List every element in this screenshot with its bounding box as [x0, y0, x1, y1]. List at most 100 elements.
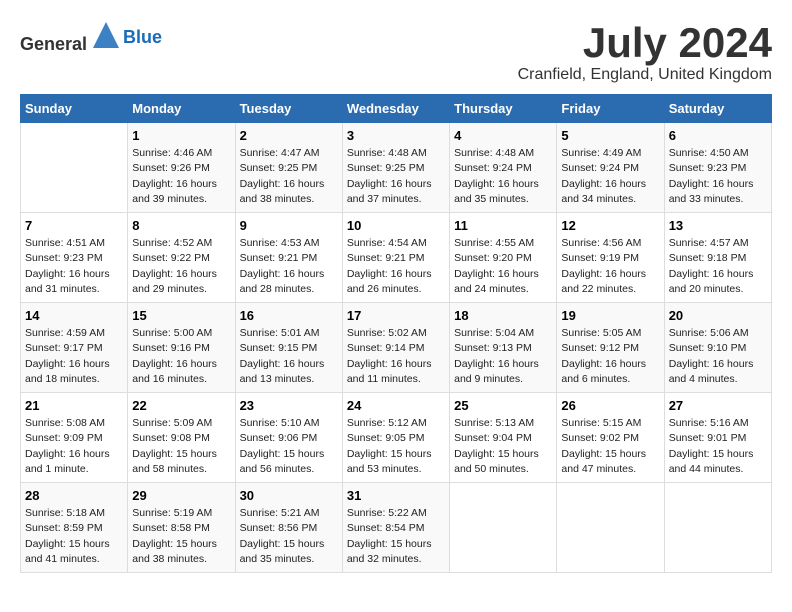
calendar-cell: 10 Sunrise: 4:54 AM Sunset: 9:21 PM Dayli…: [342, 213, 449, 303]
calendar-cell: [21, 123, 128, 213]
day-info: Sunrise: 5:13 AM Sunset: 9:04 PM Dayligh…: [454, 416, 552, 477]
calendar-cell: 17 Sunrise: 5:02 AM Sunset: 9:14 PM Dayli…: [342, 303, 449, 393]
day-number: 27: [669, 398, 767, 413]
calendar-cell: 6Sunrise: 4:50 AM Sunset: 9:23 PM Daylig…: [664, 123, 771, 213]
day-number: 29: [132, 488, 230, 503]
calendar-cell: 30 Sunrise: 5:21 AM Sunset: 8:56 PM Dayli…: [235, 483, 342, 573]
logo-general: General: [20, 34, 87, 54]
day-number: 19: [561, 308, 659, 323]
day-info: Sunrise: 4:56 AM Sunset: 9:19 PM Dayligh…: [561, 236, 659, 297]
day-info: Sunrise: 5:12 AM Sunset: 9:05 PM Dayligh…: [347, 416, 445, 477]
day-info: Sunrise: 4:57 AM Sunset: 9:18 PM Dayligh…: [669, 236, 767, 297]
calendar-cell: 29 Sunrise: 5:19 AM Sunset: 8:58 PM Dayli…: [128, 483, 235, 573]
week-row-4: 21Sunrise: 5:08 AM Sunset: 9:09 PM Dayli…: [21, 393, 772, 483]
calendar-cell: 19 Sunrise: 5:05 AM Sunset: 9:12 PM Dayli…: [557, 303, 664, 393]
header-section: General Blue July 2024 Cranfield, Englan…: [20, 20, 772, 84]
day-info: Sunrise: 5:02 AM Sunset: 9:14 PM Dayligh…: [347, 326, 445, 387]
day-number: 23: [240, 398, 338, 413]
day-info: Sunrise: 4:47 AM Sunset: 9:25 PM Dayligh…: [240, 146, 338, 207]
calendar-cell: [557, 483, 664, 573]
day-info: Sunrise: 4:48 AM Sunset: 9:25 PM Dayligh…: [347, 146, 445, 207]
calendar-cell: 25Sunrise: 5:13 AM Sunset: 9:04 PM Dayli…: [450, 393, 557, 483]
day-info: Sunrise: 4:52 AM Sunset: 9:22 PM Dayligh…: [132, 236, 230, 297]
day-info: Sunrise: 4:54 AM Sunset: 9:21 PM Dayligh…: [347, 236, 445, 297]
weekday-header-sunday: Sunday: [21, 95, 128, 123]
calendar-cell: 27 Sunrise: 5:16 AM Sunset: 9:01 PM Dayli…: [664, 393, 771, 483]
calendar-cell: 5 Sunrise: 4:49 AM Sunset: 9:24 PM Daylig…: [557, 123, 664, 213]
day-number: 4: [454, 128, 552, 143]
day-number: 26: [561, 398, 659, 413]
calendar-cell: 22 Sunrise: 5:09 AM Sunset: 9:08 PM Dayli…: [128, 393, 235, 483]
day-number: 3: [347, 128, 445, 143]
week-row-2: 7Sunrise: 4:51 AM Sunset: 9:23 PM Daylig…: [21, 213, 772, 303]
day-number: 30: [240, 488, 338, 503]
day-info: Sunrise: 5:22 AM Sunset: 8:54 PM Dayligh…: [347, 506, 445, 567]
day-info: Sunrise: 4:59 AM Sunset: 9:17 PM Dayligh…: [25, 326, 123, 387]
day-number: 21: [25, 398, 123, 413]
day-info: Sunrise: 5:05 AM Sunset: 9:12 PM Dayligh…: [561, 326, 659, 387]
day-number: 16: [240, 308, 338, 323]
calendar-cell: 2 Sunrise: 4:47 AM Sunset: 9:25 PM Daylig…: [235, 123, 342, 213]
day-info: Sunrise: 5:09 AM Sunset: 9:08 PM Dayligh…: [132, 416, 230, 477]
calendar-cell: 24 Sunrise: 5:12 AM Sunset: 9:05 PM Dayli…: [342, 393, 449, 483]
day-info: Sunrise: 4:50 AM Sunset: 9:23 PM Dayligh…: [669, 146, 767, 207]
day-info: Sunrise: 5:10 AM Sunset: 9:06 PM Dayligh…: [240, 416, 338, 477]
calendar-cell: 31 Sunrise: 5:22 AM Sunset: 8:54 PM Dayli…: [342, 483, 449, 573]
calendar-cell: 13 Sunrise: 4:57 AM Sunset: 9:18 PM Dayli…: [664, 213, 771, 303]
calendar-cell: 21Sunrise: 5:08 AM Sunset: 9:09 PM Dayli…: [21, 393, 128, 483]
weekday-header-wednesday: Wednesday: [342, 95, 449, 123]
calendar-cell: 1 Sunrise: 4:46 AM Sunset: 9:26 PM Daylig…: [128, 123, 235, 213]
calendar-cell: 3 Sunrise: 4:48 AM Sunset: 9:25 PM Daylig…: [342, 123, 449, 213]
day-info: Sunrise: 5:16 AM Sunset: 9:01 PM Dayligh…: [669, 416, 767, 477]
calendar-cell: 9 Sunrise: 4:53 AM Sunset: 9:21 PM Daylig…: [235, 213, 342, 303]
calendar-cell: 15Sunrise: 5:00 AM Sunset: 9:16 PM Dayli…: [128, 303, 235, 393]
day-info: Sunrise: 5:01 AM Sunset: 9:15 PM Dayligh…: [240, 326, 338, 387]
day-number: 31: [347, 488, 445, 503]
day-info: Sunrise: 4:48 AM Sunset: 9:24 PM Dayligh…: [454, 146, 552, 207]
location-subtitle: Cranfield, England, United Kingdom: [518, 66, 772, 84]
weekday-header-monday: Monday: [128, 95, 235, 123]
day-number: 7: [25, 218, 123, 233]
day-number: 10: [347, 218, 445, 233]
day-info: Sunrise: 4:49 AM Sunset: 9:24 PM Dayligh…: [561, 146, 659, 207]
calendar-cell: 23 Sunrise: 5:10 AM Sunset: 9:06 PM Dayli…: [235, 393, 342, 483]
logo-blue: Blue: [123, 27, 162, 48]
day-number: 12: [561, 218, 659, 233]
calendar-cell: 11Sunrise: 4:55 AM Sunset: 9:20 PM Dayli…: [450, 213, 557, 303]
day-number: 9: [240, 218, 338, 233]
weekday-header-saturday: Saturday: [664, 95, 771, 123]
weekday-header-thursday: Thursday: [450, 95, 557, 123]
day-info: Sunrise: 5:18 AM Sunset: 8:59 PM Dayligh…: [25, 506, 123, 567]
day-number: 22: [132, 398, 230, 413]
day-number: 20: [669, 308, 767, 323]
day-info: Sunrise: 5:21 AM Sunset: 8:56 PM Dayligh…: [240, 506, 338, 567]
day-info: Sunrise: 5:04 AM Sunset: 9:13 PM Dayligh…: [454, 326, 552, 387]
week-row-5: 28 Sunrise: 5:18 AM Sunset: 8:59 PM Dayli…: [21, 483, 772, 573]
day-number: 5: [561, 128, 659, 143]
week-row-1: 1 Sunrise: 4:46 AM Sunset: 9:26 PM Daylig…: [21, 123, 772, 213]
day-number: 13: [669, 218, 767, 233]
day-info: Sunrise: 5:15 AM Sunset: 9:02 PM Dayligh…: [561, 416, 659, 477]
calendar-cell: 12 Sunrise: 4:56 AM Sunset: 9:19 PM Dayli…: [557, 213, 664, 303]
calendar-cell: 26 Sunrise: 5:15 AM Sunset: 9:02 PM Dayli…: [557, 393, 664, 483]
day-info: Sunrise: 4:55 AM Sunset: 9:20 PM Dayligh…: [454, 236, 552, 297]
day-number: 24: [347, 398, 445, 413]
day-number: 28: [25, 488, 123, 503]
day-number: 1: [132, 128, 230, 143]
calendar-cell: [450, 483, 557, 573]
calendar-cell: [664, 483, 771, 573]
calendar-cell: 4 Sunrise: 4:48 AM Sunset: 9:24 PM Daylig…: [450, 123, 557, 213]
day-info: Sunrise: 4:53 AM Sunset: 9:21 PM Dayligh…: [240, 236, 338, 297]
calendar-cell: 18 Sunrise: 5:04 AM Sunset: 9:13 PM Dayli…: [450, 303, 557, 393]
weekday-header-friday: Friday: [557, 95, 664, 123]
day-info: Sunrise: 4:46 AM Sunset: 9:26 PM Dayligh…: [132, 146, 230, 207]
day-number: 15: [132, 308, 230, 323]
day-info: Sunrise: 5:19 AM Sunset: 8:58 PM Dayligh…: [132, 506, 230, 567]
day-number: 18: [454, 308, 552, 323]
day-number: 2: [240, 128, 338, 143]
calendar-cell: 8Sunrise: 4:52 AM Sunset: 9:22 PM Daylig…: [128, 213, 235, 303]
day-number: 17: [347, 308, 445, 323]
week-row-3: 14Sunrise: 4:59 AM Sunset: 9:17 PM Dayli…: [21, 303, 772, 393]
calendar-table: SundayMondayTuesdayWednesdayThursdayFrid…: [20, 94, 772, 573]
calendar-cell: 28 Sunrise: 5:18 AM Sunset: 8:59 PM Dayli…: [21, 483, 128, 573]
